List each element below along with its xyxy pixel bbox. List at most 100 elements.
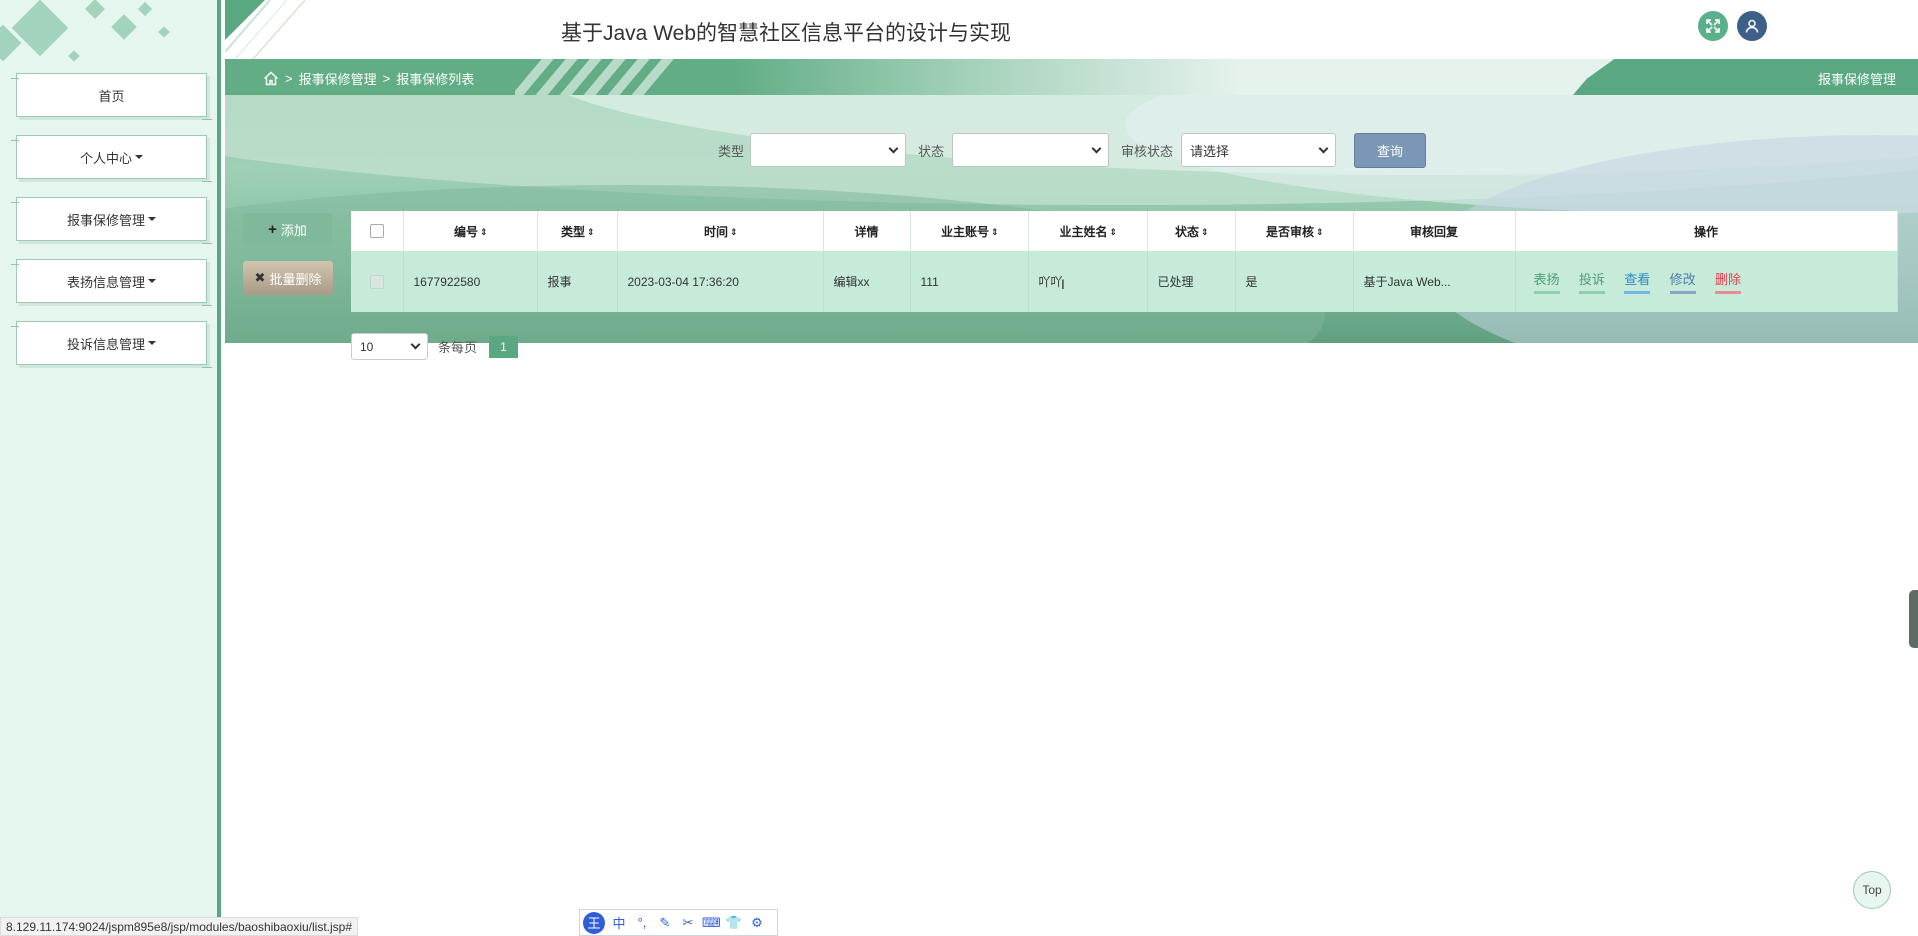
breadcrumb-bar: > 报事保修管理 > 报事保修列表 报事保修管理 bbox=[225, 59, 1918, 95]
query-button-label: 查询 bbox=[1376, 144, 1403, 159]
column-header-time[interactable]: 时间 ⇕ bbox=[617, 211, 824, 251]
column-header-reply: 审核回复 bbox=[1353, 211, 1516, 251]
user-avatar-button[interactable] bbox=[1737, 11, 1767, 41]
row-select-cell bbox=[351, 251, 404, 312]
repair-table: 编号 ⇕ 类型 ⇕ 时间 ⇕ 详情 业主账号 ⇕ 业主姓名 ⇕ 状态 ⇕ 是否审核 ⇕ 审核回… bbox=[351, 211, 1898, 312]
cell-detail: 编辑xx bbox=[823, 251, 911, 312]
edit-link[interactable]: 修改 bbox=[1669, 269, 1696, 294]
sidebar-menu: 首页 个人中心 报事保修管理 表扬信息管理 投诉信息管理 bbox=[11, 73, 212, 383]
page-size-select[interactable]: 10 bbox=[351, 333, 428, 360]
back-to-top-label: Top bbox=[1862, 883, 1882, 897]
sidebar-item-complaint-management[interactable]: 投诉信息管理 bbox=[11, 321, 212, 368]
close-icon: ✖ bbox=[254, 270, 266, 285]
audit-status-select[interactable]: 请选择 bbox=[1181, 133, 1337, 167]
caret-down-icon bbox=[148, 341, 156, 345]
cell-status: 已处理 bbox=[1147, 251, 1236, 312]
type-select[interactable] bbox=[750, 133, 907, 167]
breadcrumb-level1[interactable]: 报事保修管理 bbox=[299, 69, 377, 88]
ime-scissors-icon[interactable]: ✂ bbox=[679, 915, 697, 931]
chevron-down-icon bbox=[410, 339, 421, 350]
cell-account: 111 bbox=[910, 251, 1029, 312]
cell-name: 吖吖 bbox=[1028, 251, 1148, 312]
column-header-name[interactable]: 业主姓名 ⇕ bbox=[1028, 211, 1148, 251]
sidebar-item-personal-center[interactable]: 个人中心 bbox=[11, 135, 212, 182]
sidebar-item-label: 表扬信息管理 bbox=[66, 274, 145, 290]
chevron-down-icon bbox=[1318, 143, 1329, 153]
sidebar-item-label: 个人中心 bbox=[79, 150, 132, 166]
caret-down-icon bbox=[148, 279, 156, 283]
complain-link[interactable]: 投诉 bbox=[1578, 269, 1605, 294]
column-header-type[interactable]: 类型 ⇕ bbox=[537, 211, 618, 251]
table-row: 1677922580 报事 2023-03-04 17:36:20 编辑xx 1… bbox=[351, 251, 1898, 312]
pagination: 10 条每页 1 bbox=[351, 333, 519, 360]
audit-status-value: 请选择 bbox=[1190, 143, 1230, 159]
cell-audited: 是 bbox=[1235, 251, 1354, 312]
sort-icon: ⇕ bbox=[1316, 226, 1324, 237]
page-title: 基于Java Web的智慧社区信息平台的设计与实现 bbox=[561, 22, 1011, 45]
sidebar: 首页 个人中心 报事保修管理 表扬信息管理 投诉信息管理 bbox=[0, 0, 221, 936]
back-to-top-button[interactable]: Top bbox=[1853, 871, 1891, 909]
caret-down-icon bbox=[135, 155, 143, 159]
batch-delete-label: 批量删除 bbox=[269, 271, 322, 287]
table-header-row: 编号 ⇕ 类型 ⇕ 时间 ⇕ 详情 业主账号 ⇕ 业主姓名 ⇕ 状态 ⇕ 是否审核 ⇕ 审核回… bbox=[351, 211, 1898, 251]
ime-pen-icon[interactable]: ✎ bbox=[656, 915, 674, 931]
sidebar-item-praise-management[interactable]: 表扬信息管理 bbox=[11, 259, 212, 306]
cell-id: 1677922580 bbox=[403, 251, 538, 312]
select-all-header bbox=[351, 211, 404, 251]
query-button[interactable]: 查询 bbox=[1354, 133, 1426, 168]
type-label: 类型 bbox=[718, 143, 745, 159]
plus-icon: + bbox=[268, 220, 277, 238]
select-all-checkbox[interactable] bbox=[369, 224, 384, 239]
status-select[interactable] bbox=[952, 133, 1110, 167]
breadcrumb-separator: > bbox=[285, 71, 293, 86]
cell-reply: 基于Java Web... bbox=[1353, 251, 1516, 312]
audit-status-label: 审核状态 bbox=[1121, 143, 1174, 159]
delete-link[interactable]: 删除 bbox=[1714, 269, 1741, 294]
sidebar-item-label: 首页 bbox=[98, 88, 125, 104]
sort-icon: ⇕ bbox=[1201, 226, 1209, 237]
page-number-button[interactable]: 1 bbox=[489, 335, 519, 358]
top-header: 基于Java Web的智慧社区信息平台的设计与实现 bbox=[225, 0, 1918, 59]
ime-language-icon[interactable]: 中 bbox=[610, 913, 628, 932]
breadcrumb-separator: > bbox=[382, 71, 391, 86]
sort-icon: ⇕ bbox=[587, 226, 595, 237]
breadcrumb-level2: 报事保修列表 bbox=[396, 72, 475, 87]
ime-keyboard-icon[interactable]: ⌨ bbox=[702, 915, 721, 931]
batch-delete-button[interactable]: ✖ 批量删除 bbox=[243, 261, 333, 295]
caret-down-icon bbox=[148, 217, 156, 221]
search-bar: 类型 状态 审核状态 请选择 bbox=[718, 133, 1337, 167]
sort-icon: ⇕ bbox=[1109, 226, 1118, 237]
column-header-detail: 详情 bbox=[823, 211, 911, 251]
ime-skin-icon[interactable]: 👕 bbox=[725, 915, 743, 931]
cell-time: 2023-03-04 17:36:20 bbox=[617, 251, 824, 312]
text-cursor-icon: I bbox=[1061, 276, 1065, 292]
column-header-id[interactable]: 编号 ⇕ bbox=[403, 211, 538, 251]
ime-settings-icon[interactable]: ⚙ bbox=[748, 915, 766, 931]
breadcrumb: > 报事保修管理 > 报事保修列表 bbox=[263, 69, 474, 88]
row-checkbox[interactable] bbox=[369, 274, 384, 289]
ime-toolbar: 王 中 °, ✎ ✂ ⌨ 👕 ⚙ bbox=[579, 909, 778, 936]
sidebar-item-home[interactable]: 首页 bbox=[11, 73, 212, 120]
status-label: 状态 bbox=[918, 143, 945, 159]
sidebar-item-repair-management[interactable]: 报事保修管理 bbox=[11, 197, 212, 244]
chevron-down-icon bbox=[1091, 143, 1102, 153]
add-button[interactable]: + 添加 bbox=[243, 213, 332, 245]
stripe-decoration bbox=[515, 59, 695, 95]
praise-link[interactable]: 表扬 bbox=[1533, 269, 1560, 294]
ime-punctuation-icon[interactable]: °, bbox=[633, 915, 651, 930]
fullscreen-button[interactable] bbox=[1698, 11, 1728, 41]
sidebar-item-label: 投诉信息管理 bbox=[66, 336, 145, 352]
side-edge-tab[interactable] bbox=[1909, 590, 1918, 648]
page-number-label: 1 bbox=[500, 339, 507, 354]
view-link[interactable]: 查看 bbox=[1624, 269, 1651, 294]
per-page-label: 条每页 bbox=[438, 340, 478, 355]
current-module-tab: 报事保修管理 bbox=[1573, 59, 1918, 95]
column-header-account[interactable]: 业主账号 ⇕ bbox=[910, 211, 1029, 251]
column-header-audited[interactable]: 是否审核 ⇕ bbox=[1235, 211, 1354, 251]
status-bar-url: 8.129.11.174:9024/jspm895e8/jsp/modules/… bbox=[0, 917, 359, 936]
ime-logo-icon[interactable]: 王 bbox=[583, 911, 605, 934]
home-icon[interactable] bbox=[263, 71, 279, 86]
cell-type: 报事 bbox=[537, 251, 618, 312]
sidebar-decoration bbox=[0, 0, 221, 70]
column-header-status[interactable]: 状态 ⇕ bbox=[1147, 211, 1236, 251]
